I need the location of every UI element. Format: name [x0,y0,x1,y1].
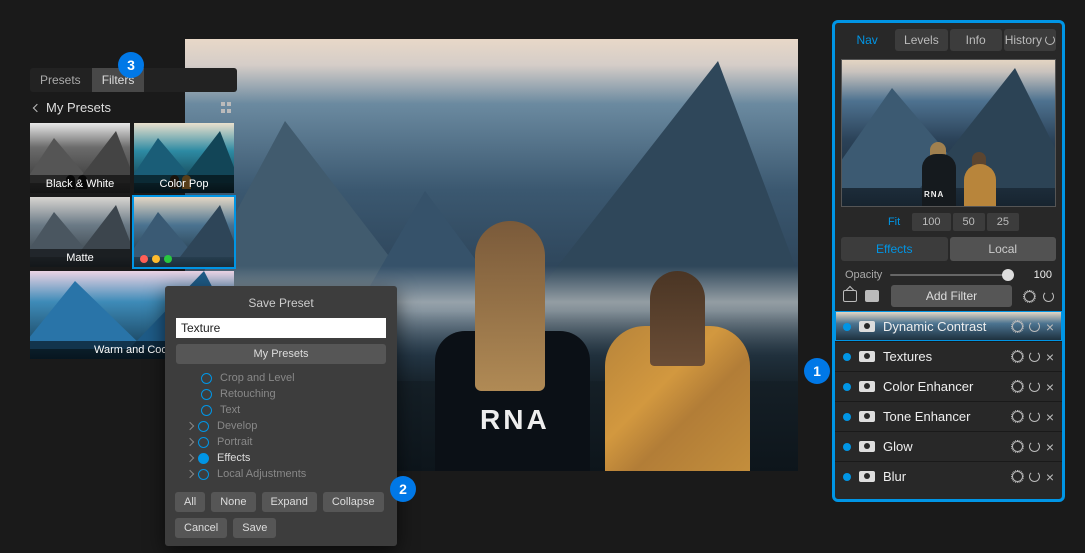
callout-badge-3: 3 [118,52,144,78]
mask-thumb-icon[interactable] [859,321,875,332]
check-text[interactable]: Text [171,402,391,418]
reset-icon[interactable] [1043,291,1054,302]
preset-black-and-white[interactable]: Black & White [30,123,130,193]
traffic-lights-icon [140,255,172,263]
dialog-title: Save Preset [171,296,391,310]
right-panel: Nav Levels Info History RNA Fit 100 50 2… [832,20,1065,502]
preset-selected[interactable] [134,197,234,267]
canvas-figure-right [605,271,750,471]
dialog-cancel-button[interactable]: Cancel [175,518,227,538]
check-crop[interactable]: Crop and Level [171,370,391,386]
filter-glow[interactable]: Glow × [835,431,1062,461]
add-filter-button[interactable]: Add Filter [891,285,1012,307]
filter-color-enhancer[interactable]: Color Enhancer × [835,371,1062,401]
canvas-figure-left: RNA [435,221,590,471]
zoom-controls: Fit 100 50 25 [835,213,1062,231]
callout-badge-1: 1 [804,358,830,384]
preset-color-pop[interactable]: Color Pop [134,123,234,193]
tab-nav[interactable]: Nav [841,29,893,51]
zoom-fit[interactable]: Fit [878,213,910,231]
gear-icon[interactable] [1024,291,1035,302]
presets-title: My Presets [46,100,111,115]
zoom-50[interactable]: 50 [953,213,985,231]
opacity-slider[interactable] [890,274,1014,276]
check-local[interactable]: Local Adjustments [171,466,391,482]
tab-history[interactable]: History [1004,29,1056,51]
dialog-save-button[interactable]: Save [233,518,276,538]
preset-name-input[interactable] [176,318,386,338]
export-icon[interactable] [843,290,857,302]
filter-blur[interactable]: Blur × [835,461,1062,491]
check-portrait[interactable]: Portrait [171,434,391,450]
zoom-100[interactable]: 100 [912,213,950,231]
gear-icon[interactable] [1012,321,1023,332]
effects-local-segment: Effects Local [841,237,1056,261]
close-icon[interactable]: × [1046,322,1054,332]
callout-badge-2: 2 [390,476,416,502]
grid-view-icon[interactable] [221,102,233,114]
seg-effects[interactable]: Effects [841,237,948,261]
opacity-value: 100 [1022,269,1052,281]
save-preset-dialog: Save Preset My Presets Crop and Level Re… [165,286,397,546]
filter-tone-enhancer[interactable]: Tone Enhancer × [835,401,1062,431]
chevron-left-icon [33,103,41,111]
check-develop[interactable]: Develop [171,418,391,434]
tab-info[interactable]: Info [950,29,1002,51]
seg-local[interactable]: Local [950,237,1057,261]
mask-icon[interactable] [865,290,879,302]
navigator-preview[interactable]: RNA [841,59,1056,207]
reset-icon[interactable] [1029,321,1040,332]
filter-textures[interactable]: Textures × [835,341,1062,371]
check-effects[interactable]: Effects [171,450,391,466]
presets-back-button[interactable]: My Presets [34,100,111,115]
zoom-25[interactable]: 25 [987,213,1019,231]
filter-dynamic-contrast[interactable]: Dynamic Contrast × [835,311,1062,341]
dialog-collapse-button[interactable]: Collapse [323,492,384,512]
check-retouch[interactable]: Retouching [171,386,391,402]
tab-presets[interactable]: Presets [30,68,91,92]
dialog-none-button[interactable]: None [211,492,255,512]
dialog-all-button[interactable]: All [175,492,205,512]
opacity-label: Opacity [845,269,882,281]
visibility-dot-icon[interactable] [843,323,851,331]
tab-levels[interactable]: Levels [895,29,947,51]
undo-icon [1045,35,1055,45]
dialog-expand-button[interactable]: Expand [262,492,317,512]
right-tabs: Nav Levels Info History [835,23,1062,57]
preset-matte[interactable]: Matte [30,197,130,267]
preset-category-button[interactable]: My Presets [176,344,386,364]
filter-list: Dynamic Contrast × Textures × Color Enha… [835,311,1062,491]
